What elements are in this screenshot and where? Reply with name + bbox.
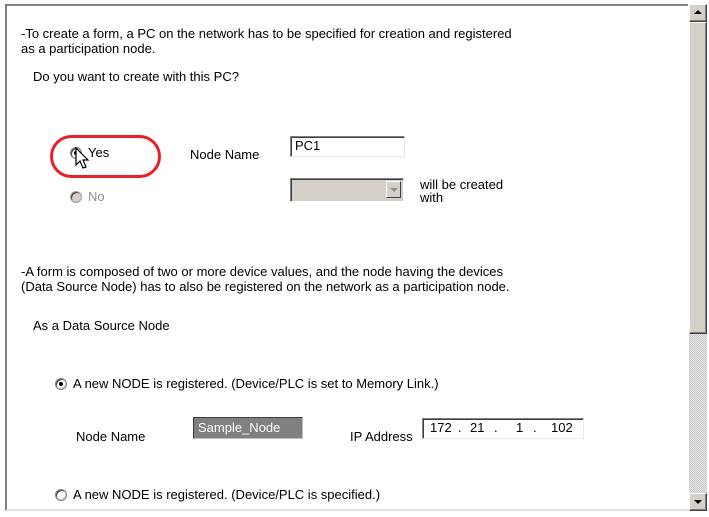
- new-node-memory-link-label[interactable]: A new NODE is registered. (Device/PLC is…: [73, 376, 439, 391]
- ip-octet-1[interactable]: 172: [430, 420, 452, 436]
- ip-address-label: IP Address: [350, 429, 413, 444]
- ip-octet-2[interactable]: 21: [470, 420, 484, 436]
- new-node-device-plc-radio[interactable]: [55, 489, 67, 501]
- vertical-scrollbar[interactable]: [689, 4, 707, 511]
- highlight-ring: [50, 135, 161, 178]
- arrow-pointer-icon: [75, 147, 90, 169]
- data-source-line-2: (Data Source Node) has to also be regist…: [21, 279, 510, 294]
- create-question: Do you want to create with this PC?: [33, 69, 239, 84]
- node-name-input[interactable]: PC1: [290, 136, 405, 157]
- dialog-frame: -To create a form, a PC on the network h…: [0, 0, 709, 517]
- ip-address-input[interactable]: 172 . 21 . 1 . 102: [422, 418, 584, 439]
- data-source-line-1: -A form is composed of two or more devic…: [21, 264, 503, 279]
- ip-dot-2: .: [494, 420, 498, 435]
- created-with-label-2: with: [420, 190, 444, 205]
- ip-octet-4[interactable]: 102: [551, 420, 573, 436]
- new-node-memory-link-radio[interactable]: [55, 378, 67, 390]
- chevron-down-icon[interactable]: [386, 181, 401, 198]
- content-panel: -To create a form, a PC on the network h…: [5, 4, 688, 511]
- intro-line-2: as a participation node.: [21, 41, 156, 56]
- ip-dot-3: .: [533, 420, 537, 435]
- node-name-label: Node Name: [190, 147, 260, 162]
- created-with-combo[interactable]: [290, 178, 404, 202]
- scroll-down-icon[interactable]: [689, 493, 707, 511]
- scroll-up-icon[interactable]: [689, 4, 707, 22]
- data-source-heading: As a Data Source Node: [33, 318, 170, 333]
- data-node-name-field[interactable]: Sample_Node: [193, 417, 303, 439]
- data-node-name-label: Node Name: [76, 429, 146, 444]
- ip-octet-3[interactable]: 1: [516, 420, 523, 436]
- intro-line-1: -To create a form, a PC on the network h…: [21, 26, 512, 41]
- ip-dot-1: .: [458, 420, 462, 435]
- scrollbar-thumb[interactable]: [689, 22, 707, 334]
- new-node-device-plc-label[interactable]: A new NODE is registered. (Device/PLC is…: [73, 487, 380, 502]
- no-radio[interactable]: [70, 191, 82, 203]
- no-label[interactable]: No: [88, 189, 105, 204]
